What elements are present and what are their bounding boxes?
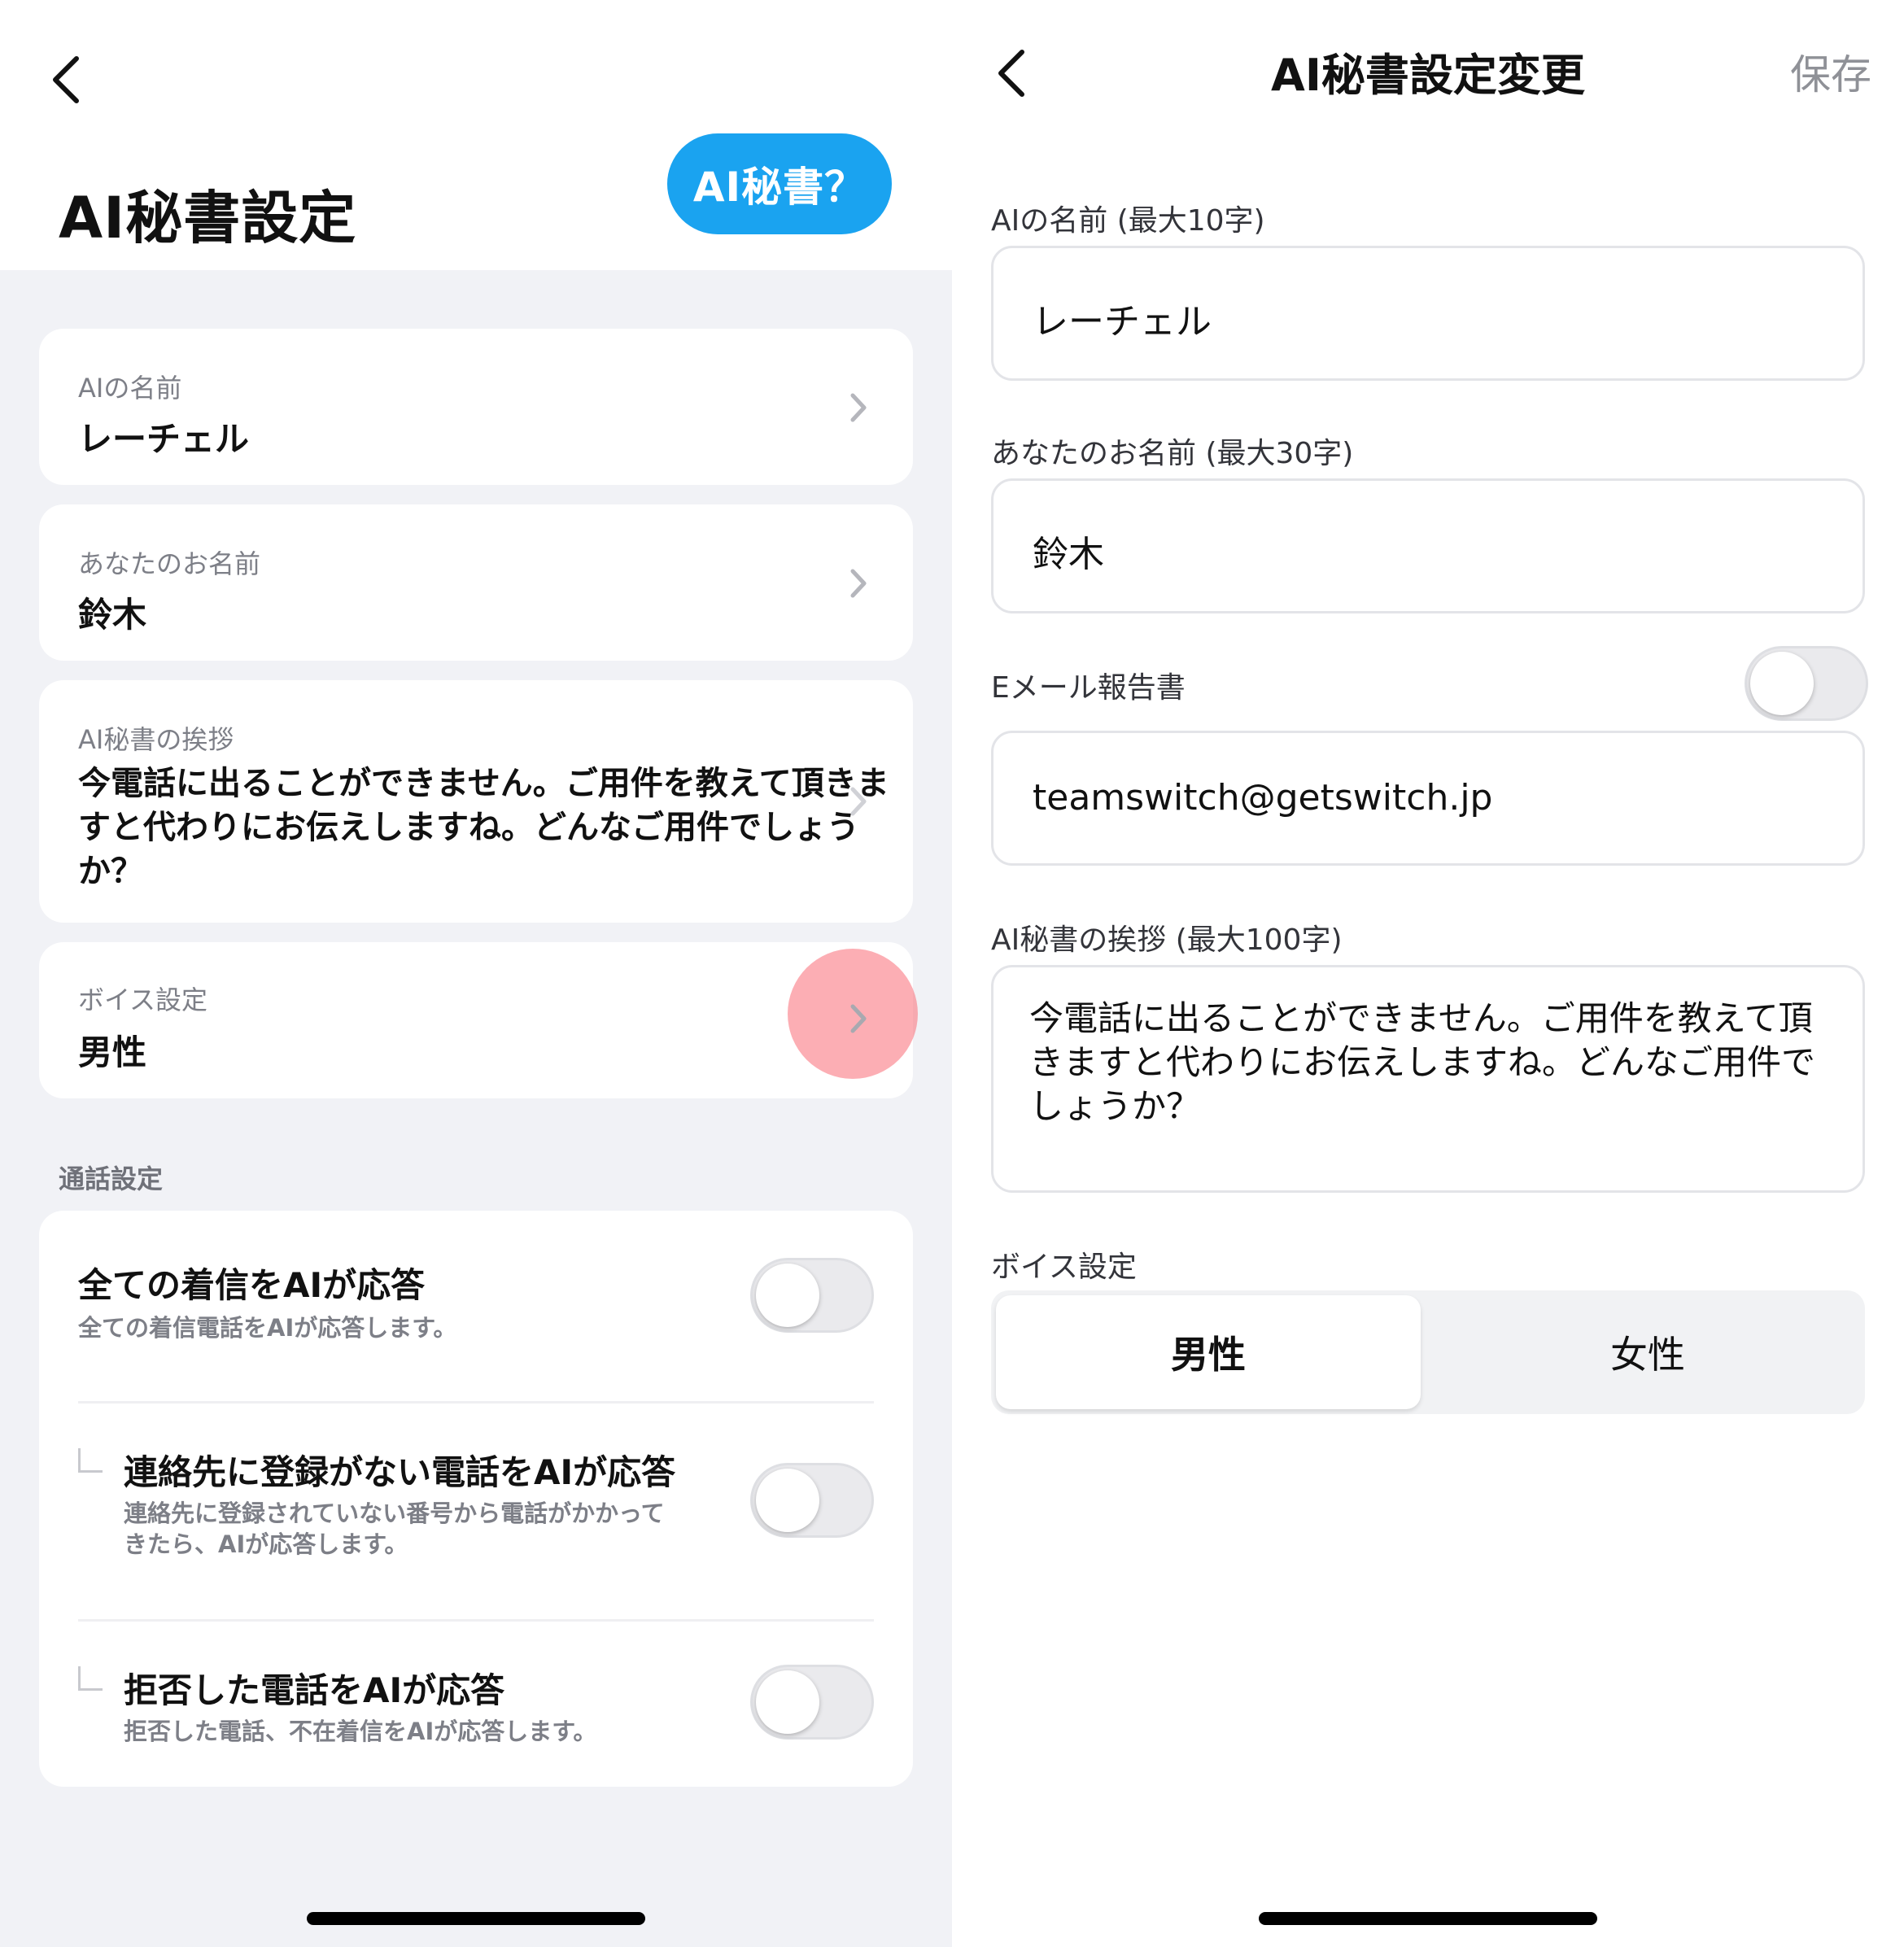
row-divider — [78, 1401, 874, 1403]
ai-secretary-help-button[interactable]: AI秘書？ — [667, 133, 892, 234]
call-settings-card: 全ての着信をAIが応答 全ての着信電話をAIが応答します。 連絡先に登録がない電… — [39, 1211, 913, 1787]
ai-secretary-settings-screen: AI秘書設定 AI秘書？ AIの名前 レーチェル あなたのお名前 鈴木 AI秘書… — [0, 0, 952, 1947]
greeting-field-label: AI秘書の挨拶 (最大100字) — [991, 923, 1343, 957]
greeting-value: 今電話に出ることができません。ご用件を教えて頂きますと代わりにお伝えしますね。ど… — [78, 765, 889, 890]
ai-name-field-label: AIの名前 (最大10字) — [991, 204, 1265, 238]
ai-name-input-value: レーチェル — [1033, 301, 1212, 343]
voice-setting-card[interactable]: ボイス設定 男性 — [39, 942, 913, 1098]
ai-secretary-edit-screen: AI秘書設定変更 保存 AIの名前 (最大10字) レーチェル あなたのお名前 … — [952, 0, 1904, 1947]
user-name-card[interactable]: あなたのお名前 鈴木 — [39, 504, 913, 661]
sub-item-indent-icon — [78, 1666, 103, 1691]
chevron-right-icon — [845, 563, 872, 604]
ai-name-input[interactable]: レーチェル — [991, 246, 1865, 381]
voice-option-female[interactable]: 女性 — [1435, 1295, 1860, 1409]
page-title: AI秘書設定変更 — [1271, 50, 1585, 101]
user-name-input[interactable]: 鈴木 — [991, 478, 1865, 613]
greeting-label: AI秘書の挨拶 — [78, 724, 234, 755]
row-divider — [78, 1619, 874, 1622]
email-input-value: teamswitch@getswitch.jp — [1033, 777, 1493, 819]
answer-all-calls-toggle[interactable] — [750, 1258, 874, 1333]
toggle-knob — [756, 1264, 819, 1327]
chevron-right-icon — [845, 781, 872, 822]
greeting-textarea[interactable]: 今電話に出ることができません。ご用件を教えて頂きますと代わりにお伝えしますね。ど… — [991, 965, 1865, 1193]
back-button[interactable] — [42, 47, 91, 112]
toggle-knob — [1750, 652, 1814, 715]
greeting-card[interactable]: AI秘書の挨拶 今電話に出ることができません。ご用件を教えて頂きますと代わりにお… — [39, 680, 913, 923]
user-name-input-value: 鈴木 — [1033, 534, 1104, 575]
voice-setting-label: ボイス設定 — [991, 1251, 1137, 1284]
user-name-field-label: あなたのお名前 (最大30字) — [991, 437, 1354, 470]
chevron-right-icon — [845, 998, 872, 1039]
page-title: AI秘書設定 — [59, 185, 357, 251]
voice-setting-label: ボイス設定 — [78, 984, 208, 1015]
answer-rejected-calls-toggle[interactable] — [750, 1665, 874, 1740]
answer-all-calls-desc: 全ての着信電話をAIが応答します。 — [78, 1314, 457, 1342]
ai-name-label: AIの名前 — [78, 373, 182, 404]
email-report-label: Eメール報告書 — [991, 671, 1186, 705]
greeting-textarea-value: 今電話に出ることができません。ご用件を教えて頂きますと代わりにお伝えしますね。ど… — [1029, 998, 1816, 1126]
voice-segmented-control: 男性 女性 — [991, 1290, 1865, 1414]
email-report-toggle[interactable] — [1745, 646, 1868, 721]
user-name-value: 鈴木 — [78, 595, 147, 635]
save-button[interactable]: 保存 — [1790, 42, 1871, 101]
ai-name-card[interactable]: AIの名前 レーチェル — [39, 329, 913, 485]
answer-rejected-calls-desc: 拒否した電話、不在着信をAIが応答します。 — [124, 1718, 597, 1745]
answer-unknown-calls-desc-line2: きたら、AIが応答します。 — [124, 1530, 408, 1558]
email-input[interactable]: teamswitch@getswitch.jp — [991, 731, 1865, 866]
settings-header: AI秘書設定 AI秘書？ — [0, 0, 952, 270]
user-name-label: あなたのお名前 — [78, 548, 261, 579]
answer-all-calls-title: 全ての着信をAIが応答 — [78, 1265, 426, 1305]
voice-option-male[interactable]: 男性 — [996, 1295, 1421, 1409]
answer-rejected-calls-title: 拒否した電話をAIが応答 — [124, 1670, 505, 1710]
home-indicator — [307, 1912, 645, 1925]
home-indicator — [1259, 1912, 1597, 1925]
sub-item-indent-icon — [78, 1448, 103, 1473]
chevron-left-icon — [53, 56, 79, 103]
chevron-right-icon — [845, 387, 872, 428]
toggle-knob — [756, 1469, 819, 1532]
answer-unknown-calls-desc-line1: 連絡先に登録されていない番号から電話がかかって — [124, 1500, 665, 1527]
answer-unknown-calls-title: 連絡先に登録がない電話をAIが応答 — [124, 1452, 676, 1492]
call-settings-section-label: 通話設定 — [59, 1163, 164, 1194]
voice-setting-value: 男性 — [78, 1032, 147, 1072]
toggle-knob — [756, 1670, 819, 1734]
answer-unknown-calls-toggle[interactable] — [750, 1463, 874, 1538]
ai-name-value: レーチェル — [78, 419, 250, 459]
